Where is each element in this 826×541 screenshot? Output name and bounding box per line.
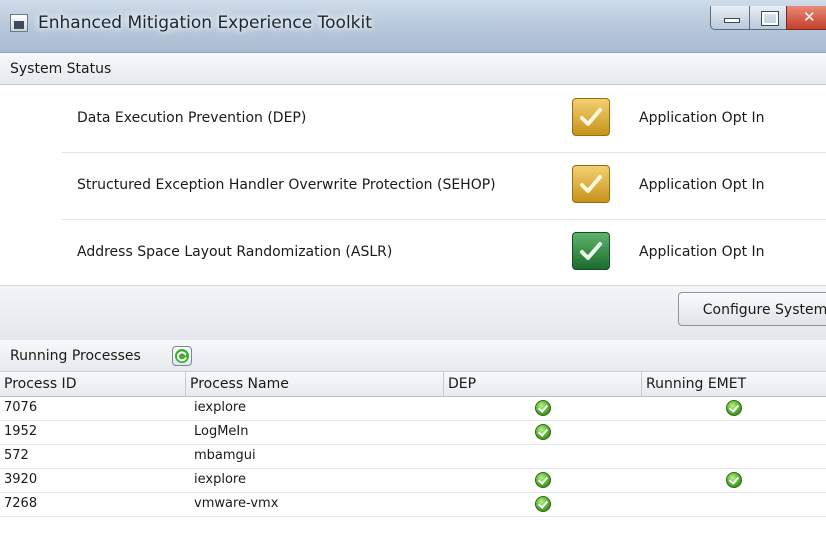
- process-name-cell: vmware-vmx: [194, 496, 279, 511]
- window-title: Enhanced Mitigation Experience Toolkit: [38, 13, 372, 33]
- dep-enabled-icon: [535, 400, 551, 416]
- checkmark-icon: [572, 232, 610, 270]
- maximize-button[interactable]: [749, 6, 787, 30]
- status-value: Application Opt In: [639, 110, 765, 126]
- status-label: Structured Exception Handler Overwrite P…: [77, 177, 496, 193]
- emet-running-icon: [726, 472, 742, 488]
- process-name-cell: iexplore: [194, 472, 246, 487]
- status-row-dep: Data Execution Prevention (DEP) Applicat…: [62, 85, 826, 153]
- status-row-aslr: Address Space Layout Randomization (ASLR…: [62, 219, 826, 287]
- column-header-process-name[interactable]: Process Name: [186, 372, 444, 396]
- column-header-process-id[interactable]: Process ID: [0, 372, 186, 396]
- checkmark-icon: [572, 165, 610, 203]
- running-processes-header: Running Processes: [0, 340, 826, 372]
- system-status-header: System Status: [0, 53, 826, 85]
- status-value: Application Opt In: [639, 244, 765, 260]
- emet-running-icon: [726, 400, 742, 416]
- table-row[interactable]: 7268 vmware-vmx: [0, 492, 826, 517]
- table-row[interactable]: 3920 iexplore: [0, 468, 826, 493]
- status-row-sehop: Structured Exception Handler Overwrite P…: [62, 152, 826, 220]
- process-name-cell: LogMeIn: [194, 424, 249, 439]
- process-id-cell: 1952: [4, 424, 38, 439]
- running-processes-title: Running Processes: [10, 348, 141, 364]
- close-button[interactable]: [786, 6, 826, 30]
- status-value: Application Opt In: [639, 177, 765, 193]
- process-id-cell: 572: [4, 448, 29, 463]
- dep-enabled-icon: [535, 472, 551, 488]
- status-label: Address Space Layout Randomization (ASLR…: [77, 244, 393, 260]
- table-row[interactable]: 1952 LogMeIn: [0, 420, 826, 445]
- app-window-icon: [10, 14, 28, 32]
- process-id-cell: 7076: [4, 400, 38, 415]
- process-name-cell: mbamgui: [194, 448, 256, 463]
- title-bar: Enhanced Mitigation Experience Toolkit: [0, 0, 826, 53]
- configure-system-button[interactable]: Configure System: [678, 292, 826, 326]
- status-label: Data Execution Prevention (DEP): [77, 110, 307, 126]
- checkmark-icon: [572, 98, 610, 136]
- process-id-cell: 3920: [4, 472, 38, 487]
- table-row[interactable]: 7076 iexplore: [0, 396, 826, 421]
- minimize-button[interactable]: [710, 6, 750, 30]
- dep-enabled-icon: [535, 496, 551, 512]
- table-header: Process ID Process Name DEP Running EMET: [0, 372, 826, 397]
- refresh-icon[interactable]: [172, 346, 192, 366]
- process-name-cell: iexplore: [194, 400, 246, 415]
- process-id-cell: 7268: [4, 496, 38, 511]
- column-header-dep[interactable]: DEP: [444, 372, 642, 396]
- dep-enabled-icon: [535, 424, 551, 440]
- configure-toolbar: Configure System: [0, 285, 826, 341]
- table-row[interactable]: 572 mbamgui: [0, 444, 826, 469]
- system-status-title: System Status: [10, 61, 112, 77]
- column-header-running-emet[interactable]: Running EMET: [642, 372, 826, 396]
